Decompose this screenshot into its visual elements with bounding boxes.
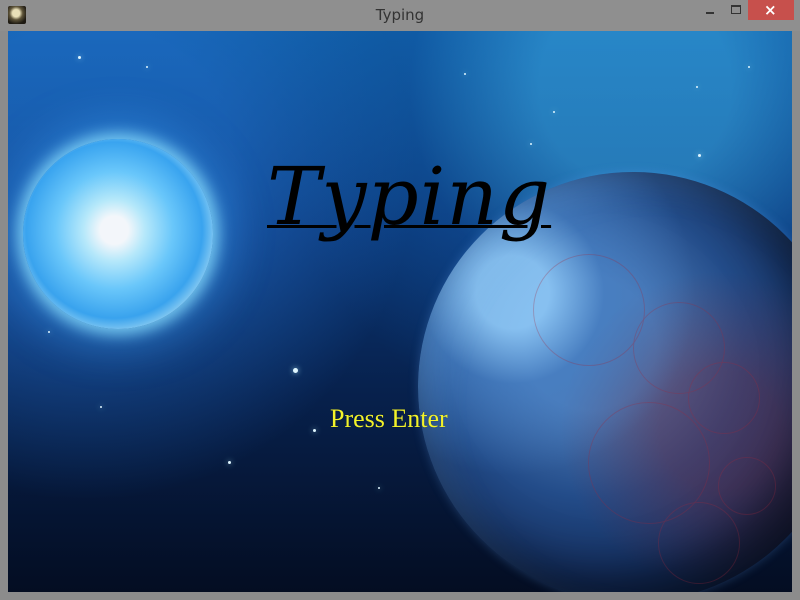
window-title: Typing xyxy=(375,6,425,24)
press-enter-prompt: Press Enter xyxy=(330,404,448,433)
star xyxy=(228,461,231,464)
star xyxy=(293,368,298,373)
planet-ring xyxy=(688,362,760,434)
star xyxy=(464,73,466,75)
minimize-icon xyxy=(706,12,714,14)
star xyxy=(698,154,701,157)
star xyxy=(748,66,750,68)
maximize-button[interactable] xyxy=(723,0,749,20)
star xyxy=(378,487,380,489)
minimize-button[interactable] xyxy=(697,0,723,20)
star xyxy=(78,56,81,59)
game-window: Typing × Typing Press Enter xyxy=(0,0,800,600)
title-bar[interactable]: Typing × xyxy=(0,0,800,31)
close-button[interactable]: × xyxy=(748,0,794,20)
star xyxy=(696,86,698,88)
star xyxy=(146,66,148,68)
planet-ring xyxy=(533,254,645,366)
star xyxy=(313,429,316,432)
star xyxy=(100,406,102,408)
star xyxy=(553,111,555,113)
glowing-sun-image xyxy=(23,139,213,329)
maximize-icon xyxy=(731,5,741,14)
game-title: Typing xyxy=(267,150,552,243)
planet-ring xyxy=(658,502,740,584)
planet-ring xyxy=(718,457,776,515)
star xyxy=(48,331,50,333)
game-canvas[interactable]: Typing Press Enter xyxy=(8,31,792,592)
close-icon: × xyxy=(764,1,777,19)
star xyxy=(530,143,532,145)
